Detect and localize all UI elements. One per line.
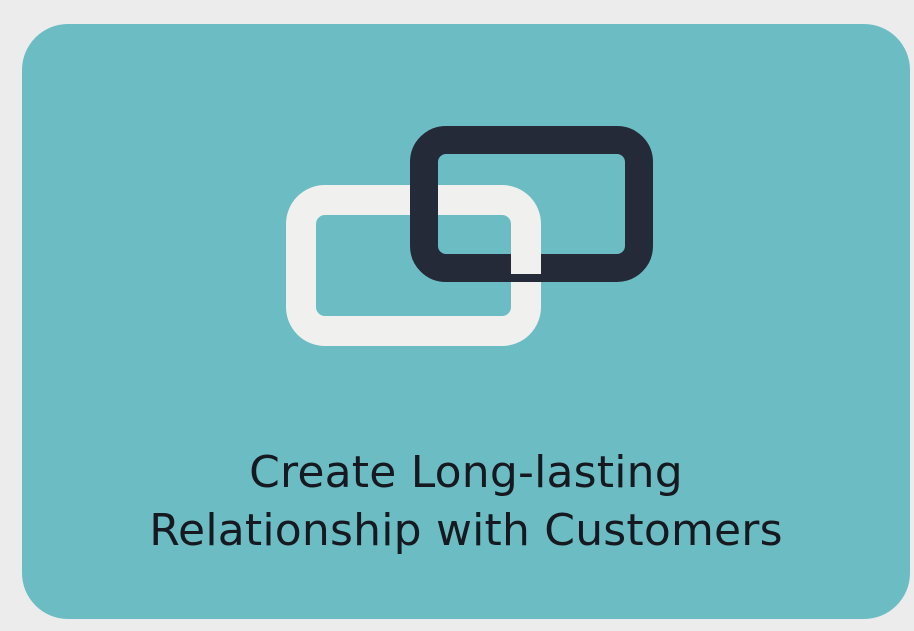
card-title-line-1: Create Long-lasting <box>249 447 683 498</box>
relationship-card: Create Long-lasting Relationship with Cu… <box>22 24 910 619</box>
card-title-line-2: Relationship with Customers <box>149 505 783 556</box>
card-title: Create Long-lasting Relationship with Cu… <box>22 444 910 560</box>
